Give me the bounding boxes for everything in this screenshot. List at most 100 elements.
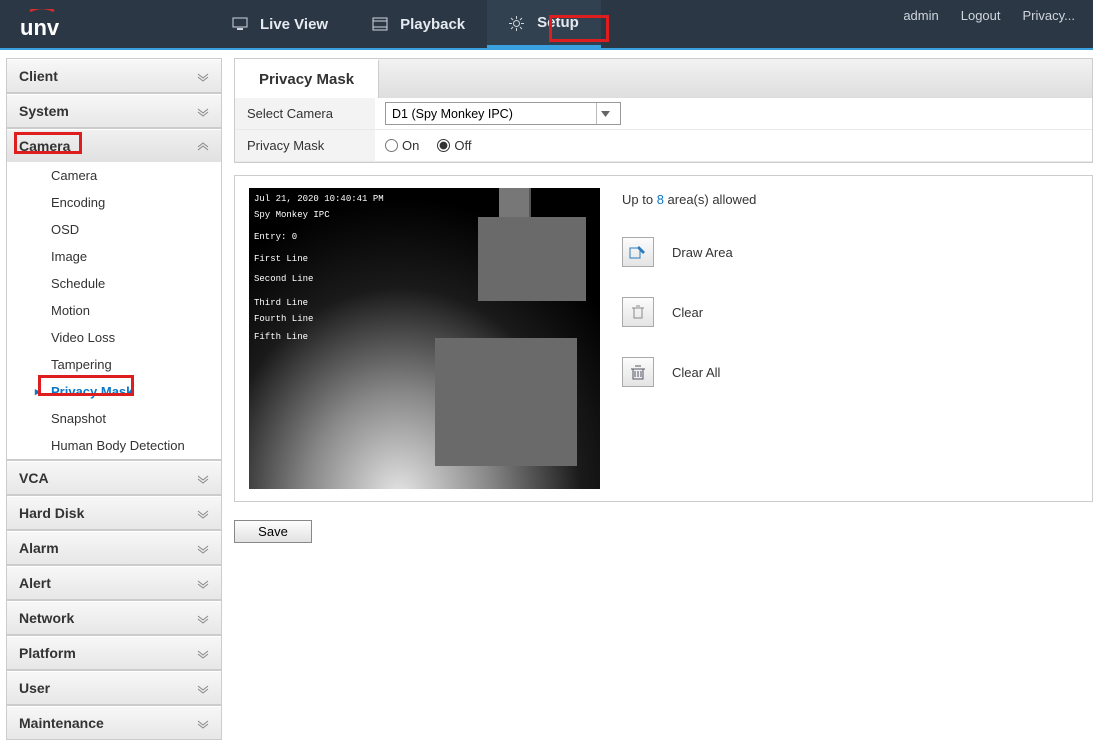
chevron-down-icon: [197, 507, 209, 519]
sidebar: Client System Camera Camera Encoding OSD…: [0, 50, 228, 730]
hint-suffix: area(s) allowed: [664, 192, 757, 207]
chevron-down-icon: [197, 105, 209, 117]
sidebar-section-alert[interactable]: Alert: [7, 566, 221, 599]
tab-privacymask[interactable]: Privacy Mask: [235, 59, 379, 98]
chevron-down-icon: [197, 647, 209, 659]
film-icon: [372, 17, 388, 31]
brand-logo: unv: [20, 0, 90, 48]
item-label: Video Loss: [51, 330, 115, 345]
areas-allowed-hint: Up to 8 area(s) allowed: [622, 192, 1078, 207]
sidebar-section-alarm[interactable]: Alarm: [7, 531, 221, 564]
osd-camname: Spy Monkey IPC: [254, 210, 330, 220]
sidebar-item-camera[interactable]: Camera: [7, 162, 221, 189]
mask-tools: Up to 8 area(s) allowed Draw Area Clear …: [622, 188, 1078, 489]
radio-label: On: [402, 138, 419, 153]
sidebar-section-maintenance[interactable]: Maintenance: [7, 706, 221, 739]
clear-all-button[interactable]: [622, 357, 654, 387]
sidebar-section-harddisk[interactable]: Hard Disk: [7, 496, 221, 529]
sidebar-item-encoding[interactable]: Encoding: [7, 189, 221, 216]
chevron-down-icon: [197, 70, 209, 82]
item-label: Privacy Mask: [51, 384, 133, 399]
chevron-down-icon: [197, 542, 209, 554]
osd-line3: Third Line: [254, 298, 308, 308]
save-button[interactable]: Save: [234, 520, 312, 543]
sidebar-section-network[interactable]: Network: [7, 601, 221, 634]
draw-area-button[interactable]: [622, 237, 654, 267]
privacy-link[interactable]: Privacy...: [1023, 8, 1076, 23]
chevron-down-icon: [197, 682, 209, 694]
nav-label: Setup: [537, 14, 579, 31]
section-label: Network: [19, 610, 74, 626]
nav-setup[interactable]: Setup: [487, 0, 601, 48]
item-label: Image: [51, 249, 87, 264]
osd-line5: Fifth Line: [254, 332, 308, 342]
sidebar-item-humanbody[interactable]: Human Body Detection: [7, 432, 221, 459]
item-label: Schedule: [51, 276, 105, 291]
nav-playback[interactable]: Playback: [350, 0, 487, 48]
sidebar-item-snapshot[interactable]: Snapshot: [7, 405, 221, 432]
chevron-down-icon: [197, 472, 209, 484]
draw-area-label: Draw Area: [672, 245, 733, 260]
item-label: Encoding: [51, 195, 105, 210]
save-bar: Save: [234, 520, 1093, 543]
section-label: VCA: [19, 470, 49, 486]
top-nav: Live View Playback Setup: [210, 0, 601, 48]
section-label: Maintenance: [19, 715, 104, 731]
item-label: Motion: [51, 303, 90, 318]
section-label: Platform: [19, 645, 76, 661]
user-area: admin Logout Privacy...: [903, 8, 1093, 23]
sidebar-section-client[interactable]: Client: [7, 59, 221, 92]
sidebar-section-vca[interactable]: VCA: [7, 461, 221, 494]
sidebar-item-tampering[interactable]: Tampering: [7, 351, 221, 378]
monitor-icon: [232, 17, 248, 31]
tab-row: Privacy Mask: [234, 58, 1093, 98]
hint-prefix: Up to: [622, 192, 657, 207]
select-camera-label: Select Camera: [235, 98, 375, 129]
radio-label: Off: [454, 138, 471, 153]
gear-icon: [509, 16, 525, 30]
logout-link[interactable]: Logout: [961, 8, 1001, 23]
nav-label: Playback: [400, 16, 465, 33]
section-label: Camera: [19, 138, 70, 154]
sidebar-item-schedule[interactable]: Schedule: [7, 270, 221, 297]
mask-editor-block: Jul 21, 2020 10:40:41 PM Spy Monkey IPC …: [234, 175, 1093, 502]
form-area: Select Camera D1 (Spy Monkey IPC) Privac…: [234, 98, 1093, 163]
sidebar-section-camera[interactable]: Camera: [7, 129, 221, 162]
section-label: Alarm: [19, 540, 59, 556]
mask-area-2[interactable]: [435, 338, 577, 466]
sidebar-item-motion[interactable]: Motion: [7, 297, 221, 324]
dropdown-arrow-icon: [596, 103, 614, 124]
mask-area-1[interactable]: [478, 217, 586, 301]
sidebar-item-image[interactable]: Image: [7, 243, 221, 270]
item-label: Camera: [51, 168, 97, 183]
sidebar-item-privacymask[interactable]: Privacy Mask: [7, 378, 221, 405]
camera-preview[interactable]: Jul 21, 2020 10:40:41 PM Spy Monkey IPC …: [249, 188, 600, 489]
chevron-up-icon: [197, 140, 209, 152]
clear-button[interactable]: [622, 297, 654, 327]
osd-entry: Entry: 0: [254, 232, 297, 242]
sidebar-item-videoloss[interactable]: Video Loss: [7, 324, 221, 351]
privacy-mask-off-radio[interactable]: Off: [437, 138, 471, 153]
username-label[interactable]: admin: [903, 8, 938, 23]
sidebar-section-user[interactable]: User: [7, 671, 221, 704]
sidebar-section-system[interactable]: System: [7, 94, 221, 127]
osd-timestamp: Jul 21, 2020 10:40:41 PM: [254, 194, 384, 204]
nav-label: Live View: [260, 16, 328, 33]
sidebar-item-osd[interactable]: OSD: [7, 216, 221, 243]
osd-line4: Fourth Line: [254, 314, 313, 324]
svg-text:unv: unv: [20, 15, 60, 39]
privacy-mask-on-radio[interactable]: On: [385, 138, 419, 153]
section-label: System: [19, 103, 69, 119]
item-label: Snapshot: [51, 411, 106, 426]
select-value: D1 (Spy Monkey IPC): [392, 107, 513, 121]
hint-count: 8: [657, 192, 664, 207]
item-label: Human Body Detection: [51, 438, 185, 453]
tab-label: Privacy Mask: [259, 71, 354, 88]
select-camera-dropdown[interactable]: D1 (Spy Monkey IPC): [385, 102, 621, 125]
privacy-mask-label: Privacy Mask: [235, 130, 375, 161]
camera-submenu: Camera Encoding OSD Image Schedule Motio…: [7, 162, 221, 459]
section-label: User: [19, 680, 50, 696]
nav-live-view[interactable]: Live View: [210, 0, 350, 48]
osd-line2: Second Line: [254, 274, 313, 284]
sidebar-section-platform[interactable]: Platform: [7, 636, 221, 669]
